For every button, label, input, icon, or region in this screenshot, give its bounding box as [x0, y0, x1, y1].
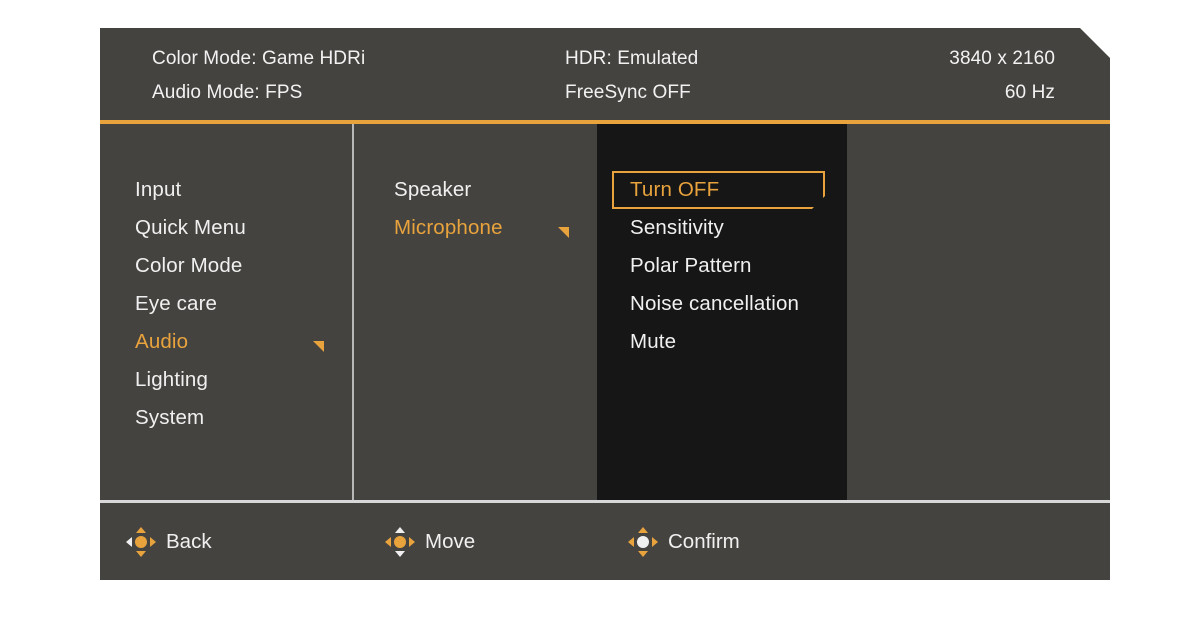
menu-item-quick-menu[interactable]: Quick Menu	[100, 209, 352, 247]
menu-item-input[interactable]: Input	[100, 171, 352, 209]
menu-item-sensitivity[interactable]: Sensitivity	[597, 209, 847, 247]
menu-item-color-mode[interactable]: Color Mode	[100, 247, 352, 285]
joystick-center-icon	[628, 527, 658, 557]
submenu-arrow-icon	[558, 227, 569, 238]
menu-body: Input Quick Menu Color Mode Eye care Aud…	[100, 124, 1110, 500]
menu-column-level3: Turn OFF Sensitivity Polar Pattern Noise…	[597, 124, 847, 500]
menu-item-audio[interactable]: Audio	[100, 323, 352, 361]
footer-bar: Back Move Confirm	[100, 503, 1110, 580]
footer-action-move[interactable]: Move	[385, 525, 475, 559]
menu-item-mute[interactable]: Mute	[597, 323, 847, 361]
menu-item-label: Sensitivity	[630, 216, 724, 239]
menu-item-eye-care[interactable]: Eye care	[100, 285, 352, 323]
footer-action-label: Back	[166, 530, 212, 553]
selected-option-wrapper: Turn OFF	[597, 171, 847, 209]
menu-item-label: Turn OFF	[630, 178, 720, 201]
color-mode-status: Color Mode: Game HDRi	[152, 48, 366, 69]
footer-action-back[interactable]: Back	[126, 525, 212, 559]
menu-item-label: Noise cancellation	[630, 292, 800, 315]
menu-item-system[interactable]: System	[100, 399, 352, 437]
resolution-status: 3840 x 2160	[949, 48, 1055, 69]
menu-item-label: System	[135, 406, 205, 429]
joystick-updown-icon	[385, 527, 415, 557]
status-row: Audio Mode: FPS FreeSync OFF 60 Hz	[100, 76, 1110, 110]
menu-item-lighting[interactable]: Lighting	[100, 361, 352, 399]
menu-item-label: Microphone	[394, 216, 503, 239]
osd-panel: Color Mode: Game HDRi HDR: Emulated 3840…	[100, 28, 1110, 580]
menu-item-label: Color Mode	[135, 254, 243, 277]
menu-item-label: Polar Pattern	[630, 254, 752, 277]
menu-item-label: Input	[135, 178, 182, 201]
menu-list-level3: Turn OFF Sensitivity Polar Pattern Noise…	[597, 124, 847, 361]
menu-list-level1: Input Quick Menu Color Mode Eye care Aud…	[100, 124, 352, 437]
joystick-left-icon	[126, 527, 156, 557]
freesync-status: FreeSync OFF	[565, 82, 691, 103]
menu-item-label: Quick Menu	[135, 216, 246, 239]
menu-item-microphone[interactable]: Microphone	[354, 209, 597, 247]
status-header: Color Mode: Game HDRi HDR: Emulated 3840…	[100, 28, 1110, 120]
menu-list-level2: Speaker Microphone	[354, 124, 597, 247]
refresh-rate-status: 60 Hz	[1004, 82, 1055, 103]
menu-item-label: Speaker	[394, 178, 472, 201]
hdr-status: HDR: Emulated	[565, 48, 699, 69]
footer-action-label: Confirm	[668, 530, 740, 553]
menu-item-turn-off[interactable]: Turn OFF	[612, 171, 825, 209]
menu-item-noise-cancellation[interactable]: Noise cancellation	[597, 285, 847, 323]
menu-item-label: Eye care	[135, 292, 218, 315]
footer-action-confirm[interactable]: Confirm	[628, 525, 740, 559]
menu-item-label: Lighting	[135, 368, 209, 391]
footer-action-label: Move	[425, 530, 476, 553]
menu-item-label: Audio	[135, 330, 189, 353]
menu-column-level2: Speaker Microphone	[354, 124, 597, 500]
submenu-arrow-icon	[313, 341, 324, 352]
menu-item-polar-pattern[interactable]: Polar Pattern	[597, 247, 847, 285]
audio-mode-status: Audio Mode: FPS	[152, 82, 303, 103]
menu-item-label: Mute	[630, 330, 677, 353]
menu-column-level1: Input Quick Menu Color Mode Eye care Aud…	[100, 124, 352, 500]
status-row: Color Mode: Game HDRi HDR: Emulated 3840…	[100, 42, 1110, 76]
menu-item-speaker[interactable]: Speaker	[354, 171, 597, 209]
